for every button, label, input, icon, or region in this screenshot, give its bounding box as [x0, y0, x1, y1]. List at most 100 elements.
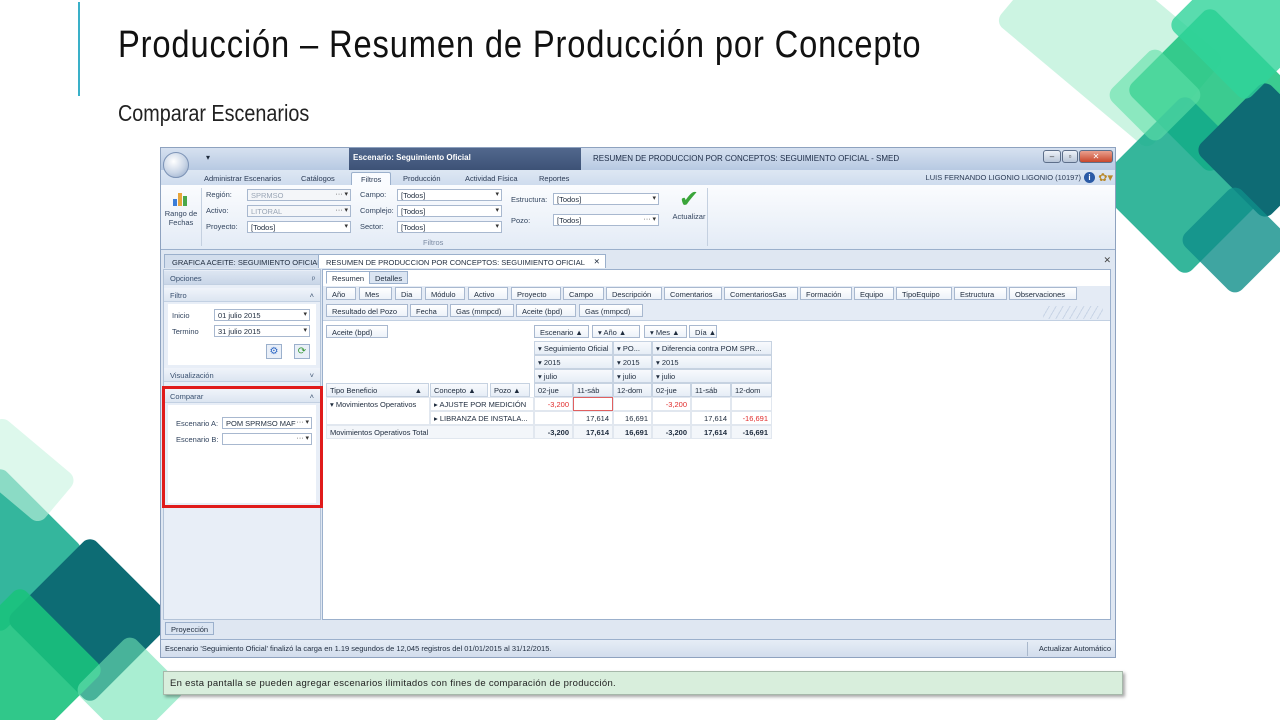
field-chip[interactable]: Mes — [359, 287, 392, 300]
tab-produccion[interactable]: Producción — [394, 172, 450, 185]
tab-reportes[interactable]: Reportes — [530, 172, 578, 185]
pivot-year-header[interactable]: ▾ 2015 — [613, 355, 652, 369]
slide-title: Producción – Resumen de Producción por C… — [118, 24, 922, 66]
pin-icon[interactable]: ᵖ — [312, 274, 315, 283]
field-chip[interactable]: Estructura — [954, 287, 1007, 300]
subtab-resumen[interactable]: Resumen — [326, 271, 371, 284]
gear-icon[interactable]: ✿▾ — [1098, 171, 1113, 184]
pivot-month-header[interactable]: ▾ julio — [652, 369, 772, 383]
campo-combo[interactable]: [Todos] ▾ — [397, 189, 502, 201]
inicio-date[interactable]: 01 julio 2015 ▾ — [214, 309, 310, 321]
activo-label: Activo: — [206, 206, 229, 215]
refresh-icon[interactable]: ⟳ — [294, 344, 310, 359]
tab-actividad-fisica[interactable]: Actividad Física — [456, 172, 527, 185]
month-label: julio — [661, 372, 676, 381]
concepto-cell[interactable]: ▸ LIBRANZA DE INSTALA... — [430, 411, 534, 425]
field-chip[interactable]: Fecha — [410, 304, 448, 317]
auto-update-toggle[interactable]: Actualizar Automático — [1039, 644, 1111, 653]
tab-administrar-escenarios[interactable]: Administrar Escenarios — [195, 172, 290, 185]
concepto-cell[interactable]: ▸ AJUSTE POR MEDICIÓN — [430, 397, 534, 411]
row-group-cell[interactable]: ▾ Movimientos Operativos — [326, 397, 430, 425]
row-field-tipo-beneficio[interactable]: Tipo Beneficio ▲ — [326, 383, 429, 397]
close-icon[interactable]: ✕ — [594, 257, 600, 266]
settings-icon[interactable]: ⚙ — [266, 344, 282, 359]
tab-filtros[interactable]: Filtros — [351, 172, 392, 185]
field-chip[interactable]: Año — [326, 287, 356, 300]
rango-fechas-button[interactable]: Rango de Fechas — [164, 188, 198, 227]
pivot-col-header[interactable]: ▾ PO... — [613, 341, 652, 355]
expand-icon: ˅ — [309, 371, 314, 380]
field-chip[interactable]: Equipo — [854, 287, 894, 300]
quick-access-dropdown-icon[interactable]: ▾ — [206, 153, 210, 162]
pivot-col-header[interactable]: ▾ Seguimiento Oficial — [534, 341, 613, 355]
pivot-month-header[interactable]: ▾ julio — [534, 369, 613, 383]
tab-catalogos[interactable]: Catálogos — [292, 172, 344, 185]
field-chip[interactable]: Campo — [563, 287, 604, 300]
termino-date[interactable]: 31 julio 2015 ▾ — [214, 325, 310, 337]
pivot-year-header[interactable]: ▾ 2015 — [652, 355, 772, 369]
pivot-year-header[interactable]: ▾ 2015 — [534, 355, 613, 369]
complejo-combo[interactable]: [Todos] ▾ — [397, 205, 502, 217]
estructura-combo[interactable]: [Todos] ▾ — [553, 193, 659, 205]
proyecto-combo[interactable]: [Todos] ▾ — [247, 221, 351, 233]
field-chip[interactable]: Aceite (bpd) — [516, 304, 576, 317]
visualizacion-header[interactable]: Visualización ˅ — [164, 368, 320, 382]
scenario-label: Seguimiento Oficial — [543, 344, 609, 353]
inicio-label: Inicio — [172, 311, 190, 320]
col-field-escenario[interactable]: Escenario ▲ — [534, 325, 589, 338]
field-chip[interactable]: Observaciones — [1009, 287, 1077, 300]
field-chip[interactable]: Gas (mmpcd) — [579, 304, 643, 317]
col-field-ano[interactable]: ▾ Año ▲ — [592, 325, 640, 338]
sector-combo[interactable]: [Todos] ▾ — [397, 221, 502, 233]
filtro-header[interactable]: Filtro ˄ — [164, 288, 320, 302]
col-field-mes[interactable]: ▾ Mes ▲ — [644, 325, 687, 338]
row-field-pozo[interactable]: Pozo ▲ — [490, 383, 530, 397]
value-cell — [691, 397, 731, 411]
info-icon[interactable]: i — [1084, 172, 1095, 183]
field-chip[interactable]: Gas (mmpcd) — [450, 304, 514, 317]
pivot-month-header[interactable]: ▾ julio — [613, 369, 652, 383]
options-header: Opciones ᵖ — [164, 271, 320, 285]
pivot-col-header[interactable]: ▾ Diferencia contra POM SPR... — [652, 341, 772, 355]
actualizar-button[interactable]: ✔ Actualizar — [669, 188, 709, 222]
close-all-icon[interactable]: ✕ — [1103, 255, 1111, 266]
value-cell: -3,200 — [652, 397, 691, 411]
value-cell — [652, 411, 691, 425]
estructura-value: [Todos] — [557, 195, 582, 204]
field-chip[interactable]: Descripción — [606, 287, 662, 300]
month-label: julio — [622, 372, 637, 381]
col-field-dia[interactable]: Día ▲ — [689, 325, 717, 338]
chevron-down-icon: ··· ▾ — [335, 207, 348, 214]
field-chip[interactable]: ComentariosGas — [724, 287, 798, 300]
complejo-value: [Todos] — [401, 207, 426, 216]
pozo-combo[interactable]: [Todos] ··· ▾ — [553, 214, 659, 226]
region-combo[interactable]: SPRMSO ··· ▾ — [247, 189, 351, 201]
field-chip[interactable]: Proyecto — [511, 287, 561, 300]
day-header: 02-jue — [652, 383, 691, 397]
subtab-detalles[interactable]: Detalles — [369, 271, 409, 284]
tab-proyeccion[interactable]: Proyección — [165, 622, 215, 635]
field-chip[interactable]: Dia — [395, 287, 422, 300]
chevron-down-icon: ▾ — [344, 223, 348, 230]
field-chip[interactable]: Comentarios — [664, 287, 722, 300]
data-field-chip[interactable]: Aceite (bpd) — [326, 325, 388, 338]
field-chip[interactable]: Formación — [800, 287, 852, 300]
field-chip[interactable]: Resultado del Pozo — [326, 304, 408, 317]
field-chip[interactable]: TipoEquipo — [896, 287, 952, 300]
year-label: 2015 — [543, 358, 561, 367]
value-cell: -3,200 — [534, 397, 573, 411]
field-chip[interactable]: Módulo — [425, 287, 465, 300]
row-field-concepto[interactable]: Concepto ▲ — [430, 383, 488, 397]
doc-tab-grafica-aceite[interactable]: GRAFICA ACEITE: SEGUIMIENTO OFICIAL — [164, 254, 330, 268]
value-cell-selected[interactable] — [573, 397, 613, 411]
sector-value: [Todos] — [401, 223, 426, 232]
minimize-button[interactable]: – — [1043, 150, 1061, 163]
pozo-value: [Todos] — [557, 216, 582, 225]
app-menu-button[interactable] — [163, 152, 189, 178]
close-button[interactable]: ✕ — [1079, 150, 1113, 163]
maximize-button[interactable]: ▫ — [1062, 150, 1078, 163]
field-chip[interactable]: Activo — [468, 287, 508, 300]
doc-tab-resumen-produccion[interactable]: RESUMEN DE PRODUCCION POR CONCEPTOS: SEG… — [318, 254, 606, 268]
activo-combo[interactable]: LITORAL ··· ▾ — [247, 205, 351, 217]
document-tabs: GRAFICA ACEITE: SEGUIMIENTO OFICIAL RESU… — [161, 253, 1115, 268]
